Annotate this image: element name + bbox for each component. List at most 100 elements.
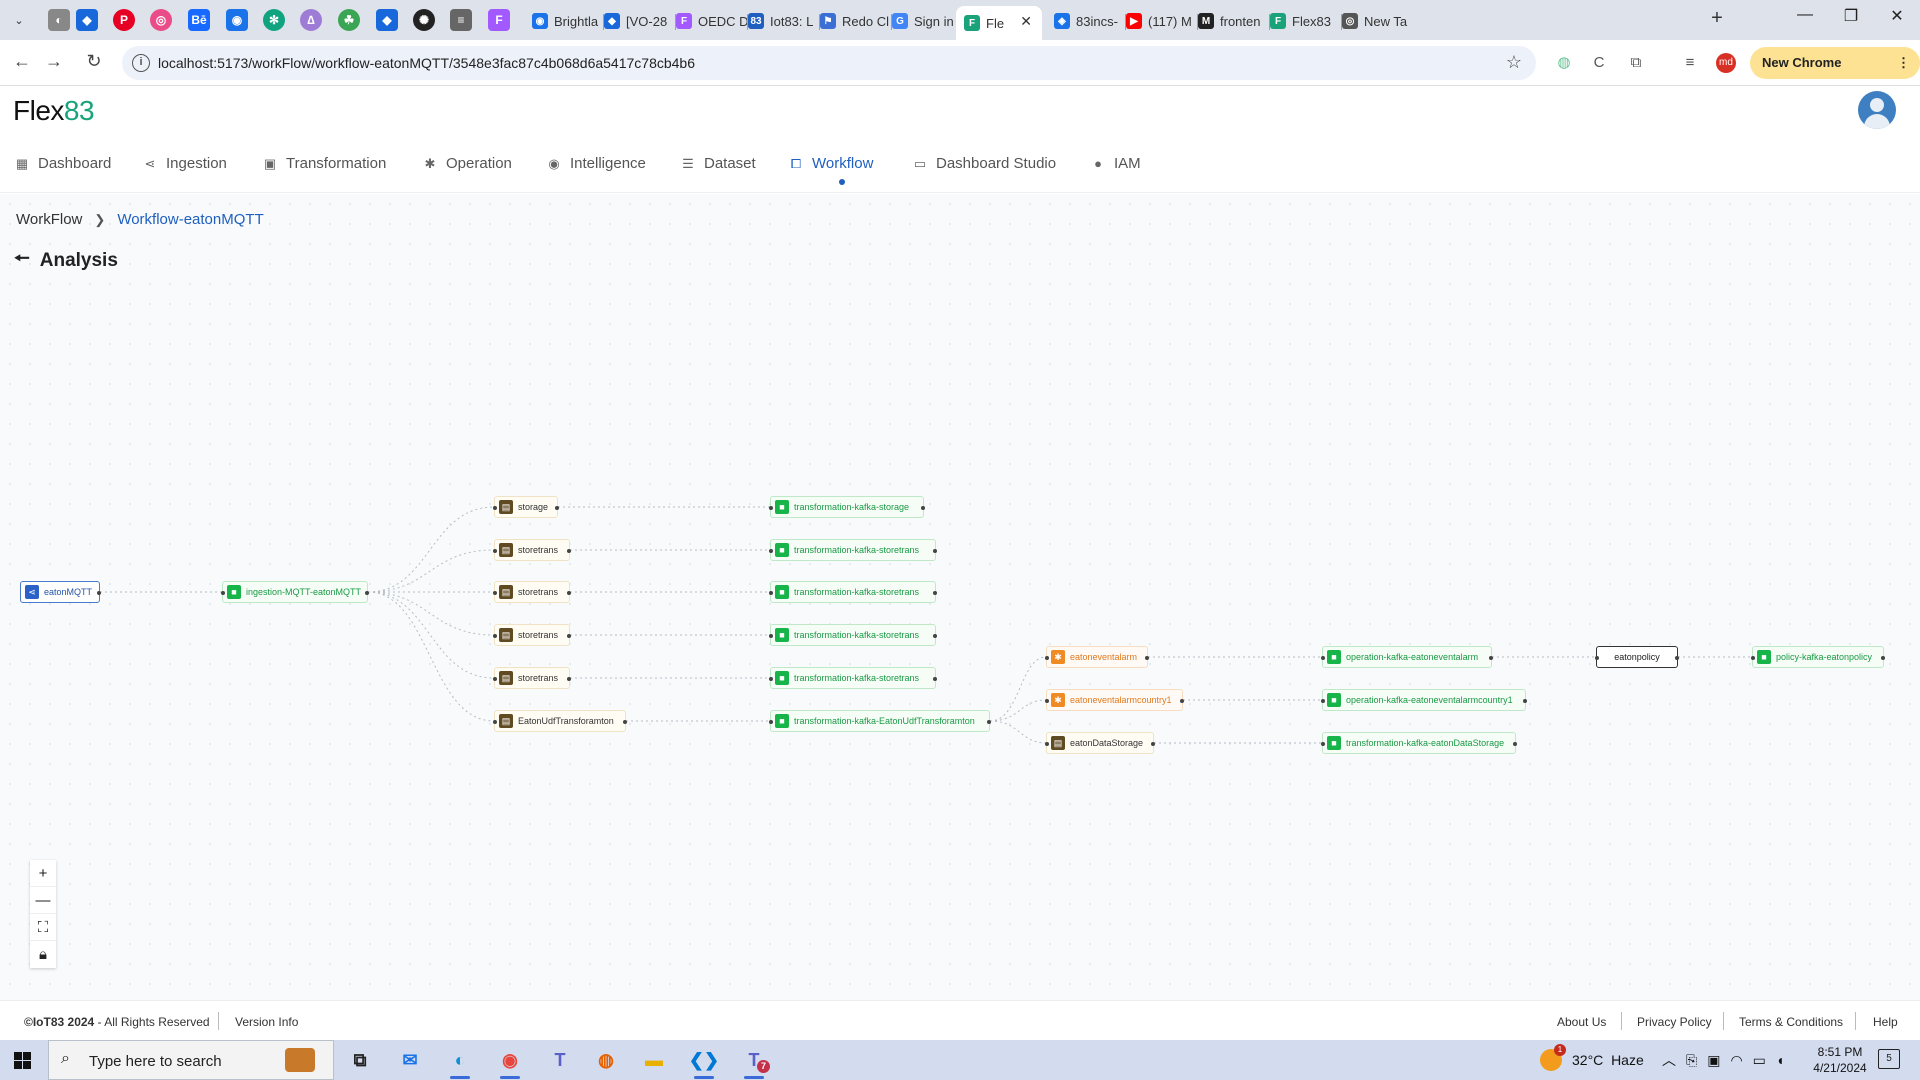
teams-icon[interactable]: T	[540, 1045, 580, 1075]
pinned-tab-pinterest-icon[interactable]: P	[113, 9, 135, 31]
node-t-storetrans-2[interactable]: ■ transformation-kafka-storetrans	[769, 581, 937, 603]
pinned-tab-app-icon[interactable]: ◉	[226, 9, 248, 31]
pinned-tab-figma-icon[interactable]: F	[488, 9, 510, 31]
node-t-storetrans-4[interactable]: ■ transformation-kafka-storetrans	[769, 667, 937, 689]
node-op-alarm-country[interactable]: ■ operation-kafka-eatoneventalarmcountry1	[1321, 689, 1527, 711]
nav-intelligence[interactable]: ◉ Intelligence	[546, 155, 646, 172]
workflow-canvas[interactable]: WorkFlow ❯ Workflow-eatonMQTT 🠔 Analysis	[0, 194, 1920, 1000]
flex83-logo[interactable]: Flex83	[13, 95, 95, 127]
nav-iam[interactable]: ● IAM	[1090, 155, 1141, 172]
node-storetrans-2[interactable]: ▤ storetrans	[493, 581, 571, 603]
close-tab-icon[interactable]: ✕	[1020, 13, 1032, 30]
site-info-icon[interactable]: i	[132, 54, 150, 72]
node-op-alarm[interactable]: ■ operation-kafka-eatoneventalarm	[1321, 646, 1493, 668]
tray-chevron-icon[interactable]: ︿	[1662, 1050, 1676, 1070]
terms-link[interactable]: Terms & Conditions	[1739, 1015, 1843, 1029]
restore-icon[interactable]: ❐	[1828, 6, 1874, 26]
tab-youtube[interactable]: ▶ (117) M	[1118, 6, 1198, 36]
tab-medium[interactable]: M fronten	[1190, 6, 1270, 36]
pinned-tab-menu-icon[interactable]: ≡	[450, 9, 472, 31]
tab-flex83[interactable]: F Flex83	[1262, 6, 1342, 36]
task-view-icon[interactable]: ⧉	[340, 1045, 380, 1075]
node-alarm[interactable]: ✱ eatoneventalarm	[1045, 646, 1149, 668]
minimize-icon[interactable]: —	[1782, 6, 1828, 24]
pinned-tab-dribbble-icon[interactable]: ◎	[150, 9, 172, 31]
node-ingestion[interactable]: ■ ingestion-MQTT-eatonMQTT	[221, 581, 369, 603]
extension-c-icon[interactable]: C	[1589, 53, 1609, 73]
pinned-tab-globe-icon[interactable]: ◐	[48, 9, 70, 31]
pinned-tab-openai-icon[interactable]: ✻	[263, 9, 285, 31]
pinned-tab-leaf-icon[interactable]: ☘	[338, 9, 360, 31]
tab-83incs[interactable]: ◈ 83incs-	[1046, 6, 1126, 36]
lock-icon[interactable]: 🔒︎	[30, 941, 56, 968]
system-clock[interactable]: 8:51 PM 4/21/2024	[1800, 1044, 1880, 1076]
mail-icon[interactable]: ✉	[390, 1045, 430, 1075]
nav-operation[interactable]: ✱ Operation	[422, 155, 512, 172]
forward-arrow-icon[interactable]: →	[42, 51, 66, 72]
node-storetrans-1[interactable]: ▤ storetrans	[493, 539, 571, 561]
back-arrow-icon[interactable]: ←	[10, 51, 34, 72]
pinned-tab-behance-icon[interactable]: Bē	[188, 9, 210, 31]
nav-dashboard-studio[interactable]: ▭ Dashboard Studio	[912, 155, 1056, 172]
fit-view-icon[interactable]: ⛶	[30, 914, 56, 941]
pinned-tab-gear-icon[interactable]: ✺	[413, 9, 435, 31]
version-info-link[interactable]: Version Info	[235, 1015, 298, 1029]
node-storetrans-3[interactable]: ▤ storetrans	[493, 624, 571, 646]
privacy-policy-link[interactable]: Privacy Policy	[1637, 1015, 1712, 1029]
nav-workflow[interactable]: ⧠ Workflow	[788, 155, 874, 172]
zoom-out-icon[interactable]: —	[30, 887, 56, 914]
node-storetrans-4[interactable]: ▤ storetrans	[493, 667, 571, 689]
tab-jira[interactable]: ◆ [VO-28	[596, 6, 676, 36]
media-control-icon[interactable]: ≡	[1680, 53, 1700, 73]
nav-dashboard[interactable]: ▦ Dashboard	[14, 155, 112, 172]
node-t-storage[interactable]: ■ transformation-kafka-storage	[769, 496, 925, 518]
zoom-in-icon[interactable]: +	[30, 860, 56, 887]
node-storage[interactable]: ▤ storage	[493, 496, 559, 518]
tray-display-icon[interactable]: ▣	[1707, 1052, 1720, 1069]
help-link[interactable]: Help	[1873, 1015, 1898, 1029]
tab-brightlayer[interactable]: ◉ Brightla	[524, 6, 604, 36]
weather-widget[interactable]: 1 32°C Haze	[1540, 1040, 1644, 1080]
url-text[interactable]: localhost:5173/workFlow/workflow-eatonMQ…	[158, 55, 695, 71]
extension-leaf-icon[interactable]: ◍	[1554, 53, 1574, 73]
node-policy[interactable]: eatonpolicy	[1595, 646, 1679, 668]
tray-wifi-icon[interactable]: ◠	[1730, 1052, 1742, 1069]
tab-new-tab[interactable]: ◎ New Ta	[1334, 6, 1414, 36]
window-close-icon[interactable]: ✕	[1874, 6, 1920, 26]
pinned-tab-jira-icon[interactable]: ◆	[76, 9, 98, 31]
nav-transformation[interactable]: ▣ Transformation	[262, 155, 386, 172]
file-explorer-icon[interactable]: ▬	[634, 1045, 674, 1075]
node-alarm-country[interactable]: ✱ eatoneventalarmcountry1	[1045, 689, 1184, 711]
tray-volume-icon[interactable]: ◖	[1776, 1052, 1784, 1068]
tab-oedc[interactable]: F OEDC D	[668, 6, 748, 36]
windows-start-icon[interactable]	[14, 1052, 31, 1069]
chrome-update-button[interactable]: New Chrome available ⋮	[1750, 47, 1920, 102]
edge-icon[interactable]: ◐	[440, 1045, 480, 1079]
node-source[interactable]: ⋖ eatonMQTT	[20, 581, 101, 603]
teams-work-icon[interactable]: T7	[734, 1045, 774, 1079]
tray-battery-icon[interactable]: ▭	[1753, 1052, 1766, 1069]
user-avatar[interactable]	[1858, 91, 1896, 129]
nav-ingestion[interactable]: ⋖ Ingestion	[142, 155, 227, 172]
node-t-storetrans-1[interactable]: ■ transformation-kafka-storetrans	[769, 539, 937, 561]
new-tab-button[interactable]: +	[1704, 7, 1730, 30]
profile-avatar[interactable]: md	[1716, 53, 1736, 73]
node-data-storage[interactable]: ▤ eatonDataStorage	[1045, 732, 1155, 754]
node-t-udf[interactable]: ■ transformation-kafka-EatonUdfTransforam…	[769, 710, 991, 732]
pinned-tab-ai-icon[interactable]: ∆	[300, 9, 322, 31]
tray-network-icon[interactable]: ⎘	[1686, 1052, 1697, 1069]
nav-dataset[interactable]: ☰ Dataset	[680, 155, 756, 172]
chrome-taskbar-icon[interactable]: ◉	[490, 1045, 530, 1079]
tab-redo[interactable]: ⚑ Redo Cl	[812, 6, 892, 36]
node-udf[interactable]: ▤ EatonUdfTransforamton	[493, 710, 627, 732]
notification-center-icon[interactable]: 5	[1878, 1049, 1900, 1069]
address-bar[interactable]: i localhost:5173/workFlow/workflow-eaton…	[122, 46, 1536, 80]
extensions-puzzle-icon[interactable]: ⧉	[1626, 53, 1646, 73]
reload-icon[interactable]: ↻	[82, 51, 106, 72]
tab-search-icon[interactable]: ⌄	[8, 9, 30, 31]
tab-sign-in[interactable]: G Sign in	[884, 6, 964, 36]
pinned-tab-jira2-icon[interactable]: ◆	[376, 9, 398, 31]
node-t-data-storage[interactable]: ■ transformation-kafka-eatonDataStorage	[1321, 732, 1517, 754]
tab-flex83-active[interactable]: F Fle ✕	[956, 6, 1042, 40]
about-us-link[interactable]: About Us	[1557, 1015, 1606, 1029]
